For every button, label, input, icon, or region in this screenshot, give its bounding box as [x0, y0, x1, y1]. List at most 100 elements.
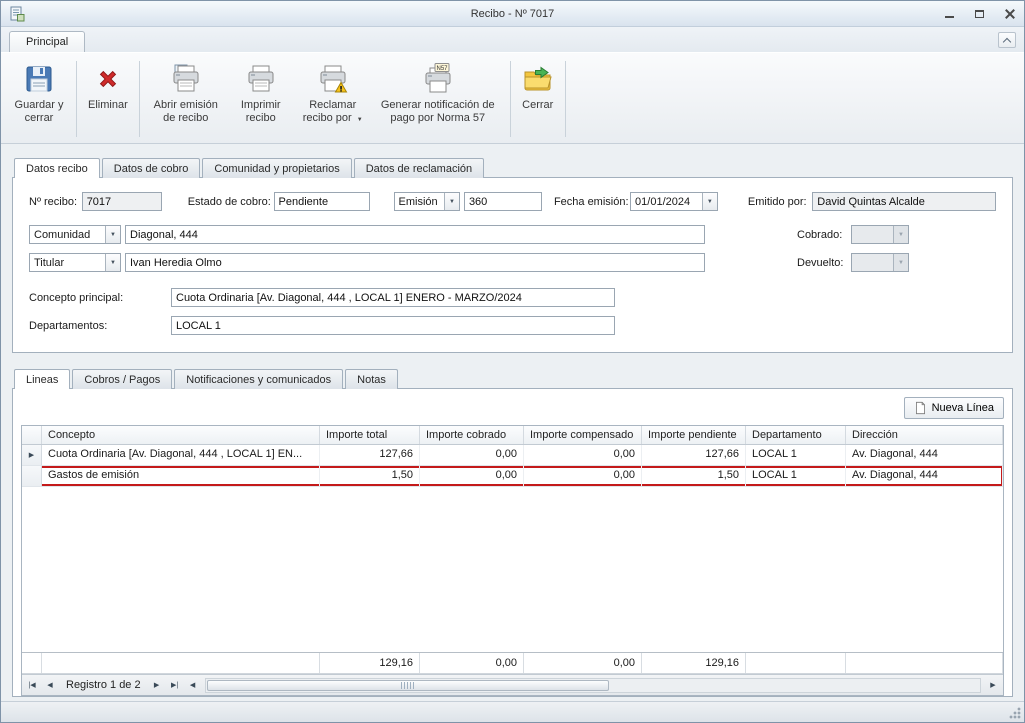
prev-record-button[interactable]: ◀: [42, 677, 58, 694]
comunidad-input[interactable]: [125, 225, 705, 244]
minimize-icon: [945, 16, 954, 18]
cerrar-button[interactable]: Cerrar: [516, 58, 560, 140]
record-count-text: Registro 1 de 2: [60, 679, 147, 691]
cobrado-picker[interactable]: ▼: [851, 225, 909, 244]
cobrado-label: Cobrado:: [797, 229, 845, 241]
maximize-button[interactable]: [972, 7, 986, 21]
estado-cobro-input[interactable]: [274, 192, 370, 211]
chevron-down-icon[interactable]: ▼: [893, 254, 908, 271]
chevron-down-icon[interactable]: ▼: [702, 193, 717, 210]
titlebar[interactable]: Recibo - Nº 7017: [1, 1, 1024, 27]
table-row-selected[interactable]: Gastos de emisión 1,50 0,00 0,00 1,50 LO…: [22, 466, 1003, 487]
table-row[interactable]: ▶ Cuota Ordinaria [Av. Diagonal, 444 , L…: [22, 445, 1003, 466]
chevron-down-icon[interactable]: ▼: [444, 193, 459, 210]
tab-lineas[interactable]: Lineas: [14, 369, 70, 389]
svg-text:N57: N57: [436, 66, 448, 72]
cell-departamento: LOCAL 1: [746, 445, 846, 465]
tab-notificaciones-comunicados[interactable]: Notificaciones y comunicados: [174, 369, 343, 389]
datos-recibo-panel: Nº recibo: Estado de cobro: Emisión ▼ Fe…: [12, 177, 1013, 353]
cell-importe-compensado: 0,00: [524, 445, 642, 465]
printer-icon: [245, 62, 277, 96]
chevron-down-icon[interactable]: ▼: [893, 226, 908, 243]
lines-grid: Concepto Importe total Importe cobrado I…: [21, 425, 1004, 696]
close-icon: [1004, 9, 1014, 19]
reclamar-recibo-button[interactable]: Reclamar recibo por ▼: [295, 58, 371, 140]
chevron-down-icon[interactable]: ▼: [105, 254, 120, 271]
ribbon-tabstrip: Principal: [1, 27, 1024, 52]
scroll-right-button[interactable]: ▶: [985, 677, 1001, 694]
close-button[interactable]: [1002, 7, 1016, 21]
minimize-button[interactable]: [942, 7, 956, 21]
column-header-departamento[interactable]: Departamento: [746, 426, 846, 444]
eliminar-button[interactable]: Eliminar: [82, 58, 134, 140]
collapse-ribbon-button[interactable]: [998, 32, 1016, 48]
column-header-importe-pendiente[interactable]: Importe pendiente: [642, 426, 746, 444]
toolbar-separator: [139, 61, 140, 137]
emitido-por-input[interactable]: [812, 192, 996, 211]
departamentos-input[interactable]: [171, 316, 615, 335]
button-label: Reclamar recibo por ▼: [301, 99, 365, 127]
horizontal-scrollbar[interactable]: [205, 678, 981, 693]
emision-selector[interactable]: Emisión ▼: [394, 192, 460, 211]
generar-norma57-button[interactable]: N57 Generar notificación de pago por Nor…: [371, 58, 505, 140]
column-header-direccion[interactable]: Dirección: [846, 426, 1003, 444]
fecha-emision-picker[interactable]: 01/01/2024 ▼: [630, 192, 718, 211]
chevron-down-icon[interactable]: ▼: [105, 226, 120, 243]
column-header-importe-compensado[interactable]: Importe compensado: [524, 426, 642, 444]
cell-importe-pendiente: 1,50: [642, 466, 746, 486]
lineas-panel: Nueva Línea Concepto Importe total Impor…: [12, 388, 1013, 697]
button-label: Generar notificación de pago por Norma 5…: [377, 99, 499, 125]
cell-importe-compensado: 0,00: [524, 466, 642, 486]
tab-notas[interactable]: Notas: [345, 369, 398, 389]
delete-icon: [93, 62, 123, 96]
tab-comunidad-y-propietarios[interactable]: Comunidad y propietarios: [202, 158, 351, 178]
imprimir-recibo-button[interactable]: Imprimir recibo: [227, 58, 295, 140]
titular-input[interactable]: [125, 253, 705, 272]
cell-importe-pendiente: 127,66: [642, 445, 746, 465]
scrollbar-grip-icon: [401, 682, 415, 689]
tab-datos-de-cobro[interactable]: Datos de cobro: [102, 158, 201, 178]
column-header-importe-cobrado[interactable]: Importe cobrado: [420, 426, 524, 444]
column-header-concepto[interactable]: Concepto: [42, 426, 320, 444]
tab-datos-de-reclamacion[interactable]: Datos de reclamación: [354, 158, 484, 178]
last-record-button[interactable]: ▶|: [167, 677, 183, 694]
button-label: Abrir emisión de recibo: [151, 99, 221, 125]
abrir-emision-button[interactable]: Abrir emisión de recibo: [145, 58, 227, 140]
concepto-principal-input[interactable]: [171, 288, 615, 307]
cell-direccion: Av. Diagonal, 444: [846, 445, 1003, 465]
titular-type-selector[interactable]: Titular ▼: [29, 253, 121, 272]
ribbon-tab-principal[interactable]: Principal: [9, 31, 85, 52]
comunidad-type-selector[interactable]: Comunidad ▼: [29, 225, 121, 244]
form-tabstrip: Datos recibo Datos de cobro Comunidad y …: [12, 158, 1013, 177]
num-recibo-label: Nº recibo:: [29, 196, 82, 208]
nueva-linea-button[interactable]: Nueva Línea: [904, 397, 1004, 419]
lines-tabstrip: Lineas Cobros / Pagos Notificaciones y c…: [12, 369, 1013, 388]
lines-block: Lineas Cobros / Pagos Notificaciones y c…: [12, 369, 1013, 697]
emision-numero-input[interactable]: [464, 192, 542, 211]
cell-departamento: LOCAL 1: [746, 466, 846, 486]
next-record-button[interactable]: ▶: [149, 677, 165, 694]
record-navigator: |◀ ◀ Registro 1 de 2 ▶ ▶| ◀ ▶: [22, 674, 1003, 695]
guardar-y-cerrar-button[interactable]: Guardar y cerrar: [7, 58, 71, 140]
toolbar-separator: [76, 61, 77, 137]
devuelto-picker[interactable]: ▼: [851, 253, 909, 272]
toolbar: Guardar y cerrar Eliminar Abrir emisión …: [1, 52, 1024, 144]
column-header-importe-total[interactable]: Importe total: [320, 426, 420, 444]
tab-cobros-pagos[interactable]: Cobros / Pagos: [72, 369, 172, 389]
grid-empty-area: [22, 487, 1003, 652]
cell-importe-total: 127,66: [320, 445, 420, 465]
new-page-icon: [914, 401, 927, 415]
tab-datos-recibo[interactable]: Datos recibo: [14, 158, 100, 178]
grid-totals-row: 129,16 0,00 0,00 129,16: [22, 652, 1003, 674]
totals-concepto-cell: [42, 653, 320, 673]
scrollbar-thumb[interactable]: [207, 680, 610, 691]
scroll-left-button[interactable]: ◀: [185, 677, 201, 694]
totals-direccion-cell: [846, 653, 1003, 673]
resize-grip-icon[interactable]: [1009, 707, 1021, 719]
first-record-button[interactable]: |◀: [24, 677, 40, 694]
cell-concepto: Gastos de emisión: [42, 466, 320, 486]
num-recibo-input[interactable]: [82, 192, 162, 211]
app-window: Recibo - Nº 7017 Principal Guardar y cer…: [0, 0, 1025, 723]
nueva-linea-label: Nueva Línea: [932, 402, 994, 414]
current-row-indicator: ▶: [22, 445, 42, 465]
